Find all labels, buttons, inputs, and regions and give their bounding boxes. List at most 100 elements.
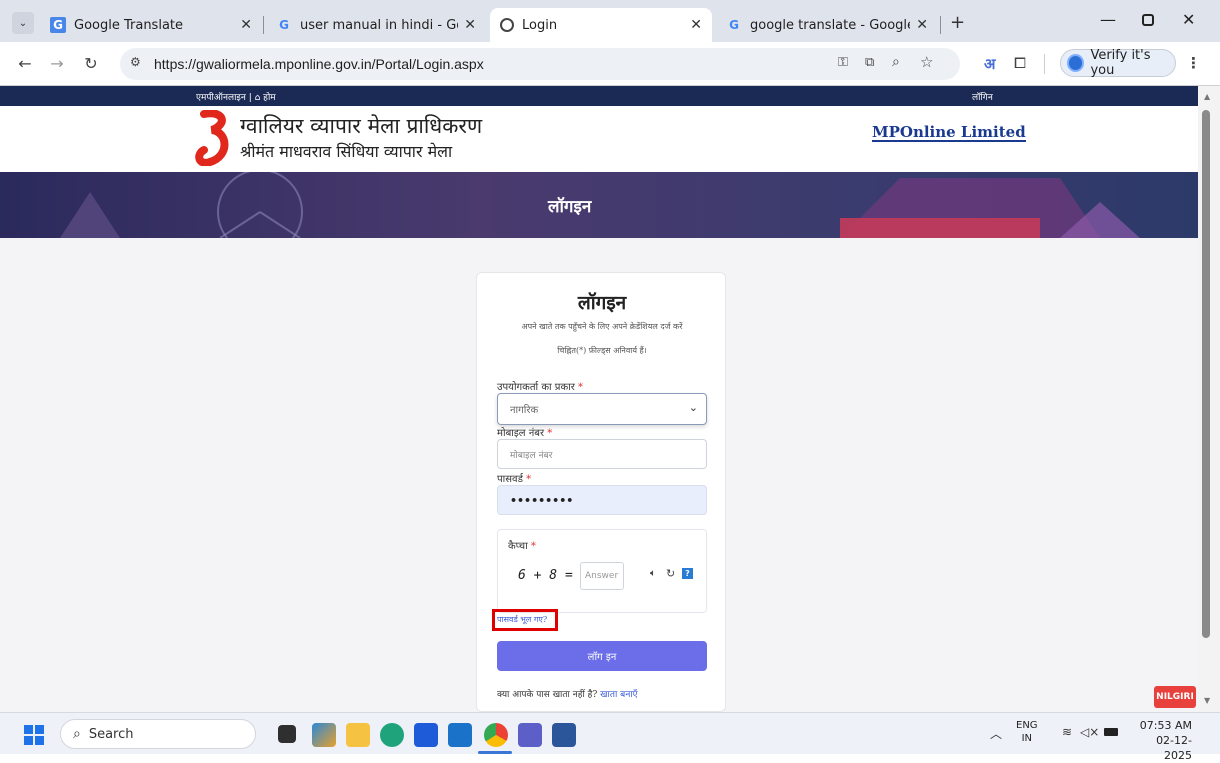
- restore-window-icon[interactable]: [1142, 14, 1154, 26]
- chevron-down-icon: ⌄: [688, 401, 698, 414]
- captcha-label-row: कैप्चा *: [508, 538, 536, 552]
- tab-user-manual[interactable]: G user manual in hindi - Google S ✕: [266, 8, 486, 42]
- create-account-link[interactable]: खाता बनाएँ: [600, 690, 637, 700]
- password-input[interactable]: •••••••••: [497, 485, 707, 515]
- search-icon: ⌕: [73, 726, 81, 742]
- new-tab-plus-icon[interactable]: +: [950, 12, 965, 33]
- close-tab-icon[interactable]: ✕: [464, 17, 476, 33]
- extensions-puzzle-icon[interactable]: ⧠: [1014, 54, 1026, 72]
- no-account-text: क्या आपके पास खाता नहीं है?: [497, 690, 598, 700]
- battery-icon[interactable]: [1104, 728, 1118, 736]
- mobile-number-input[interactable]: मोबाइल नंबर: [497, 439, 707, 469]
- required-asterisk: *: [526, 474, 532, 485]
- site-info-icon[interactable]: ⚙: [130, 55, 141, 69]
- lang-top: ENG: [1016, 720, 1038, 731]
- password-label-row: पासवर्ड *: [497, 471, 531, 485]
- bookmark-star-icon[interactable]: ☆: [920, 53, 933, 71]
- windows-taskbar: ⌕ Search ︿ ENG IN ≋ ◁× 07:53 AM 02-12-20…: [0, 712, 1220, 762]
- banner-title: लॉगइन: [548, 197, 592, 217]
- task-view-icon[interactable]: [278, 725, 296, 743]
- translate-page-icon[interactable]: ⧉: [865, 55, 874, 70]
- login-card-title: लॉगइन: [577, 292, 627, 314]
- file-explorer-icon[interactable]: [346, 723, 370, 747]
- captcha-placeholder: Answer: [585, 571, 619, 581]
- windows-start-icon[interactable]: [24, 725, 44, 745]
- user-type-select[interactable]: नागरिक ⌄: [497, 393, 707, 425]
- tab-title: google translate - Google Searc: [750, 17, 910, 33]
- topstrip-links[interactable]: एमपीऑनलाइन | ⌂ होम: [196, 90, 276, 103]
- close-tab-icon[interactable]: ✕: [916, 17, 928, 33]
- teams-icon[interactable]: [518, 723, 542, 747]
- reload-icon[interactable]: ↻: [80, 52, 102, 74]
- help-question-icon[interactable]: ?: [682, 568, 693, 579]
- close-window-icon[interactable]: ✕: [1182, 10, 1195, 29]
- minimize-window-icon[interactable]: —: [1100, 10, 1116, 29]
- no-account-row: क्या आपके पास खाता नहीं है? खाता बनाएँ: [497, 687, 638, 700]
- mobile-placeholder: मोबाइल नंबर: [510, 450, 553, 461]
- nilgiri-badge[interactable]: NILGIRI: [1154, 686, 1196, 708]
- user-type-label: उपयोगकर्ता का प्रकार: [497, 382, 575, 393]
- org-title: ग्वालियर व्यापार मेला प्राधिकरण: [240, 114, 483, 138]
- password-label: पासवर्ड: [497, 474, 523, 485]
- refresh-captcha-icon[interactable]: ↻: [666, 567, 675, 580]
- captcha-label: कैप्चा: [508, 541, 528, 552]
- word-icon[interactable]: [552, 723, 576, 747]
- tab-title: Login: [522, 17, 558, 33]
- google-translate-favicon-icon: G: [50, 17, 66, 33]
- captcha-expression: 6 + 8 =: [518, 568, 573, 583]
- google-favicon-icon: G: [729, 18, 739, 32]
- taskbar-search-box[interactable]: ⌕ Search: [60, 719, 256, 749]
- site-top-strip: एमपीऑनलाइन | ⌂ होम लॉगिन: [0, 86, 1198, 106]
- volume-muted-icon[interactable]: ◁×: [1080, 725, 1099, 739]
- tab-search-dropdown-icon[interactable]: ⌄: [12, 12, 34, 34]
- translate-extension-icon[interactable]: अ: [984, 54, 995, 74]
- globe-favicon-icon: [500, 18, 514, 32]
- scroll-down-arrow-icon[interactable]: ▼: [1204, 696, 1210, 705]
- chrome-icon[interactable]: [484, 723, 508, 747]
- microsoft-365-icon[interactable]: [312, 723, 336, 747]
- user-type-value: नागरिक: [510, 405, 539, 416]
- login-submit-button[interactable]: लॉग इन: [497, 641, 707, 671]
- tab-google-search[interactable]: G google translate - Google Searc ✕: [716, 8, 938, 42]
- url-text[interactable]: https://gwaliormela.mponline.gov.in/Port…: [154, 56, 484, 72]
- taskbar-search-label: Search: [88, 726, 134, 742]
- login-card-subtitle: अपने खाते तक पहुँचने के लिए अपने क्रेडें…: [521, 322, 683, 331]
- tab-google-translate[interactable]: G Google Translate ✕: [40, 8, 262, 42]
- fair-logo-icon: [194, 109, 234, 167]
- verify-profile-button[interactable]: Verify it's you: [1060, 48, 1176, 78]
- edge-browser-icon[interactable]: [380, 723, 404, 747]
- login-banner: लॉगइन: [0, 172, 1198, 238]
- forward-arrow-icon[interactable]: →: [46, 52, 68, 74]
- required-asterisk: *: [578, 382, 584, 393]
- browser-toolbar: ← → ↻ ⚙ https://gwaliormela.mponline.gov…: [0, 42, 1220, 86]
- password-value: •••••••••: [510, 493, 574, 507]
- forgot-password-link[interactable]: पासवर्ड भूल गए?: [497, 614, 547, 625]
- clock[interactable]: 07:53 AM 02-12-2025: [1132, 718, 1192, 763]
- clock-time: 07:53 AM: [1139, 719, 1192, 732]
- captcha-answer-input[interactable]: Answer: [580, 562, 624, 590]
- wifi-icon[interactable]: ≋: [1062, 725, 1072, 739]
- zoom-icon[interactable]: ⌕: [892, 54, 900, 70]
- close-tab-icon[interactable]: ✕: [690, 17, 702, 33]
- address-bar[interactable]: ⚙ https://gwaliormela.mponline.gov.in/Po…: [120, 48, 960, 80]
- topstrip-login-link[interactable]: लॉगिन: [972, 90, 993, 103]
- outlook-icon[interactable]: [448, 723, 472, 747]
- password-key-icon[interactable]: ⚿: [838, 55, 848, 70]
- required-note: चिह्नित(*) फ़ील्ड्स अनिवार्य हैं।: [557, 346, 647, 355]
- show-hidden-icons-chevron-icon[interactable]: ︿: [990, 725, 1002, 742]
- language-indicator[interactable]: ENG IN: [1016, 719, 1038, 745]
- back-arrow-icon[interactable]: ←: [14, 52, 36, 74]
- store-icon[interactable]: [414, 723, 438, 747]
- speaker-audio-icon[interactable]: 🔈︎: [650, 568, 656, 579]
- scrollbar-thumb[interactable]: [1202, 110, 1210, 638]
- mobile-label-row: मोबाइल नंबर *: [497, 425, 552, 439]
- close-tab-icon[interactable]: ✕: [240, 17, 252, 33]
- login-submit-label: लॉग इन: [587, 652, 617, 663]
- tab-separator: [263, 16, 264, 34]
- tab-login-active[interactable]: Login ✕: [490, 8, 712, 42]
- tab-title: user manual in hindi - Google S: [300, 17, 458, 33]
- lang-bottom: IN: [1021, 733, 1032, 744]
- fair-illustration-icon: [60, 172, 1140, 238]
- more-menu-icon[interactable]: ⋮: [1186, 54, 1201, 72]
- scroll-up-arrow-icon[interactable]: ▲: [1204, 92, 1210, 101]
